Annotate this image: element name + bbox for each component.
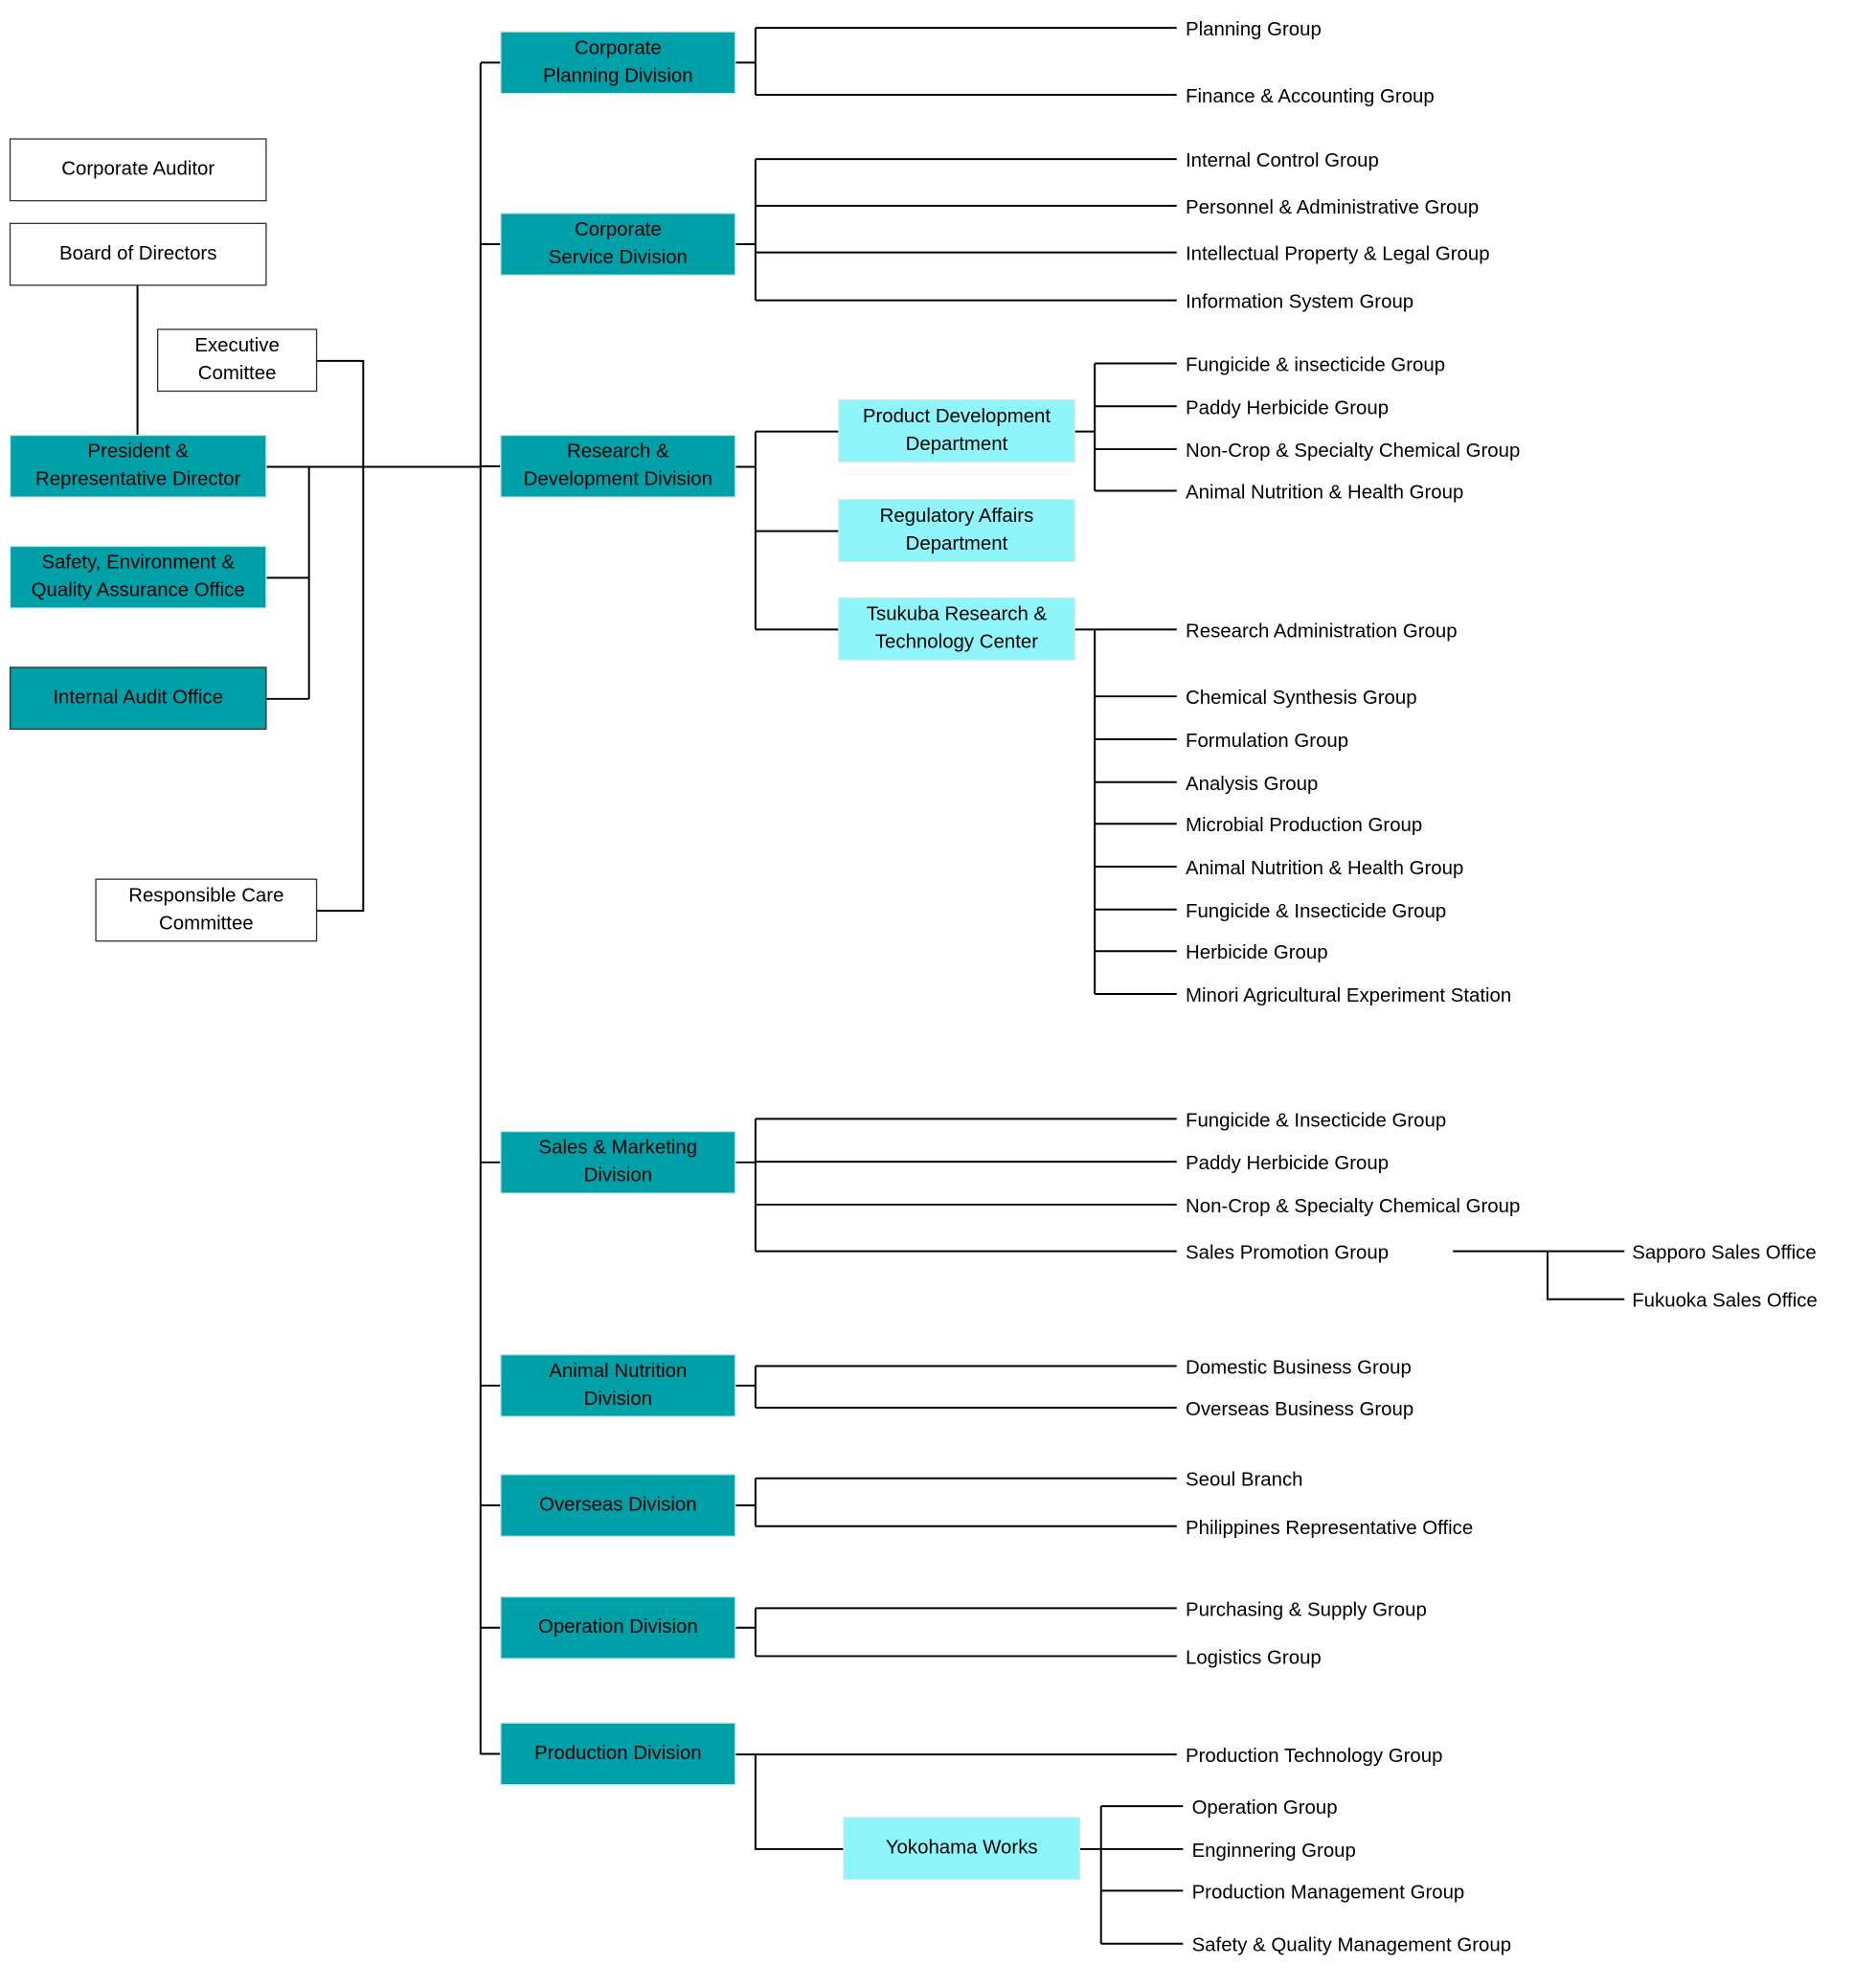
group-label: Information System Group	[1186, 292, 1413, 313]
division-0-label: Corporate	[575, 37, 662, 58]
corporate-auditor-label: Corporate Auditor	[61, 159, 215, 180]
division-4-label: Animal Nutrition	[549, 1361, 687, 1382]
executive-committee-label: Executive	[194, 335, 279, 356]
board-of-directors-label: Board of Directors	[59, 243, 216, 264]
responsible-care-committee-label: Responsible Care	[128, 885, 283, 906]
group-label: Research Administration Group	[1186, 621, 1458, 642]
group-label: Herbicide Group	[1186, 942, 1328, 963]
regulatory-affairs-department[interactable]: Regulatory Affairs Department	[838, 499, 1075, 562]
product-development-department-label: Product Development	[863, 406, 1051, 427]
internal-audit-office[interactable]: Internal Audit Office	[9, 666, 267, 731]
corporate-auditor[interactable]: Corporate Auditor	[9, 138, 267, 202]
division-7[interactable]: Production Division	[500, 1722, 736, 1786]
division-3-label: Sales & Marketing	[539, 1138, 698, 1159]
executive-committee[interactable]: Executive Comittee	[156, 328, 318, 393]
group-label: Animal Nutrition & Health Group	[1186, 858, 1463, 879]
responsible-care-committee-label: Committee	[159, 913, 254, 934]
regulatory-affairs-department-label: Regulatory Affairs	[880, 506, 1034, 527]
division-2[interactable]: Research & Development Division	[500, 434, 736, 498]
group-label: Sales Promotion Group	[1186, 1243, 1389, 1264]
group-label: Fungicide & Insecticide Group	[1186, 1110, 1446, 1131]
group-label: Non-Crop & Specialty Chemical Group	[1186, 441, 1520, 462]
group-label: Paddy Herbicide Group	[1186, 397, 1389, 418]
group-label: Production Management Group	[1192, 1882, 1465, 1903]
division-2-label: Development Division	[524, 469, 712, 490]
division-2-label: Research &	[567, 441, 669, 463]
group-label: Production Technology Group	[1186, 1746, 1442, 1767]
division-4[interactable]: Animal Nutrition Division	[500, 1354, 736, 1417]
division-3[interactable]: Sales & Marketing Division	[500, 1130, 736, 1194]
yokohama-works-label: Yokohama Works	[886, 1838, 1038, 1859]
division-1-label: Service Division	[549, 247, 688, 268]
group-label: Paddy Herbicide Group	[1186, 1153, 1389, 1174]
group-label: Minori Agricultural Experiment Station	[1186, 985, 1511, 1006]
safety-office-label: Quality Assurance Office	[32, 580, 245, 601]
group-label: Domestic Business Group	[1186, 1358, 1412, 1379]
group-label: Logistics Group	[1186, 1647, 1322, 1668]
division-3-label: Division	[584, 1165, 652, 1186]
division-0[interactable]: Corporate Planning Division	[500, 31, 736, 95]
division-4-label: Division	[584, 1389, 652, 1410]
tsukuba-research-center[interactable]: Tsukuba Research & Technology Center	[838, 597, 1075, 661]
group-label: Planning Group	[1186, 19, 1322, 40]
group-label: Internal Control Group	[1186, 150, 1379, 171]
group-label: Seoul Branch	[1186, 1470, 1303, 1491]
group-label: Operation Group	[1192, 1797, 1338, 1819]
group-label: Non-Crop & Specialty Chemical Group	[1186, 1196, 1520, 1217]
division-7-label: Production Division	[534, 1743, 702, 1764]
org-chart: Corporate Auditor Board of Directors Execu…	[9, 19, 1818, 1956]
committee-line	[316, 359, 365, 913]
group-label: Purchasing & Supply Group	[1186, 1599, 1427, 1620]
division-1[interactable]: Corporate Service Division	[500, 213, 736, 276]
safety-office[interactable]: Safety, Environment & Quality Assurance O…	[9, 545, 267, 609]
connector-line	[754, 1754, 845, 1850]
group-label: Personnel & Administrative Group	[1186, 197, 1479, 218]
tsukuba-research-center-label: Technology Center	[875, 632, 1038, 653]
responsible-care-committee[interactable]: Responsible Care Committee	[95, 878, 318, 942]
group-label: Philippines Representative Office	[1186, 1518, 1473, 1539]
product-development-department[interactable]: Product Development Department	[838, 399, 1075, 463]
president[interactable]: President & Representative Director	[9, 434, 267, 498]
president-label: President &	[87, 441, 189, 463]
division-6-label: Operation Division	[538, 1616, 698, 1638]
internal-audit-office-label: Internal Audit Office	[53, 688, 223, 709]
office-label: Sapporo Sales Office	[1632, 1243, 1816, 1264]
group-label: Fungicide & insecticide Group	[1186, 355, 1445, 376]
group-label: Analysis Group	[1186, 774, 1318, 795]
group-label: Chemical Synthesis Group	[1186, 688, 1417, 709]
board-of-directors[interactable]: Board of Directors	[9, 222, 267, 286]
connector-line	[1546, 1251, 1625, 1300]
group-label: Formulation Group	[1186, 731, 1348, 752]
division-5[interactable]: Overseas Division	[500, 1474, 736, 1537]
division-0-label: Planning Division	[543, 65, 693, 86]
group-label: Animal Nutrition & Health Group	[1186, 483, 1463, 504]
group-label: Fungicide & Insecticide Group	[1186, 901, 1446, 922]
safety-office-label: Safety, Environment &	[41, 553, 235, 574]
division-5-label: Overseas Division	[539, 1494, 696, 1515]
group-label: Enginnering Group	[1192, 1841, 1356, 1862]
group-label: Safety & Quality Management Group	[1192, 1935, 1511, 1956]
president-label: Representative Director	[35, 469, 241, 490]
division-1-label: Corporate	[575, 219, 662, 240]
yokohama-works[interactable]: Yokohama Works	[843, 1817, 1081, 1881]
group-label: Microbial Production Group	[1186, 815, 1422, 836]
group-label: Intellectual Property & Legal Group	[1186, 244, 1490, 265]
office-label: Fukuoka Sales Office	[1632, 1291, 1818, 1312]
executive-committee-label: Comittee	[198, 363, 277, 384]
regulatory-affairs-department-label: Department	[906, 533, 1008, 554]
product-development-department-label: Department	[906, 434, 1008, 455]
tsukuba-research-center-label: Tsukuba Research &	[867, 604, 1048, 625]
group-label: Finance & Accounting Group	[1186, 86, 1435, 107]
group-label: Overseas Business Group	[1186, 1399, 1413, 1420]
division-6[interactable]: Operation Division	[500, 1595, 736, 1660]
